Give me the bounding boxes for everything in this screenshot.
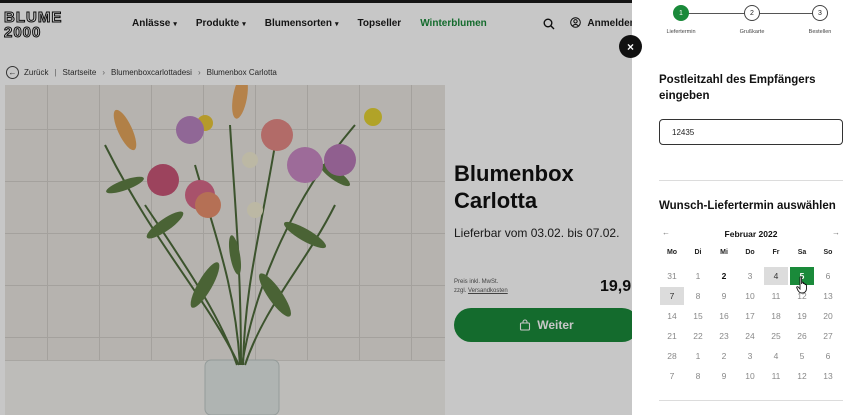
weekday-header: Mi: [720, 248, 728, 256]
step-3: 3: [812, 5, 828, 21]
date-section-title: Wunsch-Liefertermin auswählen: [659, 200, 836, 212]
calendar-day[interactable]: 2: [712, 267, 736, 285]
calendar-day: 31: [667, 271, 677, 281]
next-month-button[interactable]: →: [832, 228, 840, 237]
calendar-day: 21: [667, 331, 677, 341]
weekday-header: Mo: [666, 248, 678, 256]
calendar-day: 15: [693, 311, 703, 321]
prev-month-button[interactable]: ←: [662, 228, 670, 237]
modal-backdrop[interactable]: [0, 0, 632, 415]
weekday-header: Fr: [772, 248, 780, 256]
calendar-day: 6: [825, 271, 831, 281]
calendar-day[interactable]: 7: [660, 287, 684, 305]
calendar-day: 9: [721, 291, 727, 301]
calendar-day: 27: [823, 331, 833, 341]
step-2: 2: [744, 5, 760, 21]
page: BLUME 2000 Anlässe ▾ Produkte ▾ Blumensorten…: [0, 0, 850, 415]
calendar-day: 7: [669, 371, 675, 381]
section-divider: [659, 180, 843, 181]
step-3-number: 3: [818, 9, 822, 17]
step-2-label: Grußkarte: [739, 29, 765, 35]
calendar-day: 11: [771, 291, 781, 301]
calendar-day: 14: [667, 311, 677, 321]
calendar-day: 20: [823, 311, 833, 321]
calendar-day: 16: [719, 311, 729, 321]
calendar-day: 26: [797, 331, 807, 341]
calendar-day: 2: [721, 351, 727, 361]
weekday-header: Di: [694, 248, 702, 256]
calendar-day: 25: [771, 331, 781, 341]
calendar-day: 3: [747, 351, 753, 361]
weekday-header: Sa: [797, 248, 807, 256]
calendar-day: 11: [771, 371, 781, 381]
calendar-day: 22: [693, 331, 703, 341]
calendar-day: 13: [823, 291, 833, 301]
section-divider: [659, 400, 843, 401]
calendar-day: 1: [695, 351, 701, 361]
calendar-day: 12: [797, 371, 807, 381]
calendar-day: 9: [721, 371, 727, 381]
zip-code-input[interactable]: [659, 119, 843, 145]
calendar-day: 13: [823, 371, 833, 381]
calendar-day: 6: [825, 351, 831, 361]
weekday-header: So: [823, 248, 833, 256]
step-1-number: 1: [679, 9, 683, 17]
close-panel-button[interactable]: ×: [619, 35, 642, 58]
weekday-header: Do: [745, 248, 755, 256]
calendar-day: 3: [747, 271, 753, 281]
product-page: BLUME 2000 Anlässe ▾ Produkte ▾ Blumensorten…: [0, 0, 632, 415]
calendar-day: 10: [745, 371, 755, 381]
calendar-day: 18: [771, 311, 781, 321]
step-2-number: 2: [750, 9, 754, 17]
calendar-grid: Mo Di Mi Do Fr Sa So 31 1 2 3 4 5 6 7 8 9 10 11 12 13 14 15 16 1…: [659, 246, 843, 386]
calendar-day: 17: [745, 311, 755, 321]
calendar-day: 10: [745, 291, 755, 301]
hand-pointer-icon: [796, 276, 807, 294]
calendar-day: 1: [695, 271, 701, 281]
calendar-day: 8: [695, 371, 701, 381]
step-1-label: Liefertermin: [666, 29, 696, 35]
calendar-day: 8: [695, 291, 701, 301]
checkout-stepper: 1 2 3 Liefertermin Grußkarte Bestellen: [632, 0, 850, 44]
step-3-label: Bestellen: [808, 29, 832, 35]
delivery-calendar: ← Februar 2022 → Mo Di Mi Do Fr Sa So 31 1 2 3 4 5 6 7…: [659, 226, 843, 386]
calendar-header: ← Februar 2022 →: [659, 226, 843, 242]
calendar-day: 28: [667, 351, 677, 361]
delivery-panel: 1 2 3 Liefertermin Grußkarte Bestellen P…: [632, 0, 850, 415]
step-1[interactable]: 1: [673, 5, 689, 21]
calendar-day: 5: [799, 351, 805, 361]
calendar-month: Februar 2022: [724, 229, 778, 239]
calendar-day: 24: [745, 331, 755, 341]
calendar-day: 23: [719, 331, 729, 341]
calendar-day: 19: [797, 311, 807, 321]
zip-section-title: Postleitzahl des Empfängers eingeben: [659, 74, 816, 102]
calendar-day: 4: [773, 351, 779, 361]
close-icon: ×: [626, 39, 634, 54]
calendar-day[interactable]: 4: [764, 267, 788, 285]
